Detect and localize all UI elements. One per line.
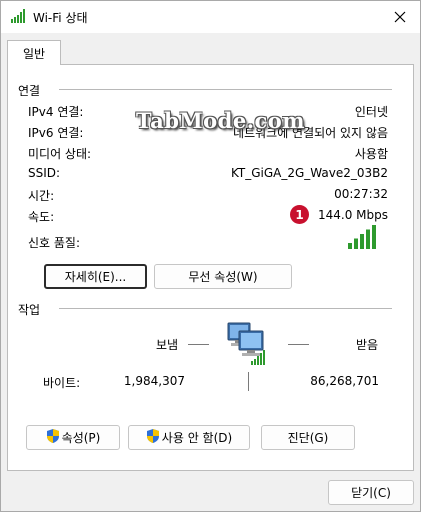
wifi-signal-icon xyxy=(11,9,27,26)
bytes-divider xyxy=(248,372,249,391)
bytes-label: 바이트: xyxy=(43,376,81,390)
network-computers-icon xyxy=(225,321,273,370)
close-button-label: 닫기(C) xyxy=(351,486,391,500)
disable-button-label: 사용 안 함(D) xyxy=(161,431,233,445)
received-label: 받음 xyxy=(356,338,379,352)
disable-button[interactable]: 사용 안 함(D) xyxy=(128,425,250,450)
close-button[interactable]: 닫기(C) xyxy=(328,480,414,505)
diagnose-button-label: 진단(G) xyxy=(287,431,329,445)
uac-shield-icon xyxy=(46,428,60,447)
signal-quality-icon xyxy=(348,225,378,252)
window-title: Wi-Fi 상태 xyxy=(33,11,88,25)
close-window-button[interactable] xyxy=(380,1,420,33)
wifi-status-window: Wi-Fi 상태 일반 연결 IPv4 연결: 인터넷 IPv6 연결: 네트워… xyxy=(0,0,421,512)
annotation-badge: 1 xyxy=(290,205,309,224)
speed-label: 속도: xyxy=(28,210,55,224)
bytes-sent-value: 1,984,307 xyxy=(123,374,185,388)
wireless-properties-button-label: 무선 속성(W) xyxy=(188,270,258,284)
details-button[interactable]: 자세히(E)... xyxy=(44,264,147,289)
activity-divider xyxy=(59,308,392,309)
signal-bar xyxy=(360,234,364,249)
watermark: TabMode.com xyxy=(136,108,306,133)
uac-shield-icon xyxy=(146,428,160,447)
activity-section-label: 작업 xyxy=(18,303,41,317)
tab-general-label: 일반 xyxy=(22,46,46,61)
details-button-label: 자세히(E)... xyxy=(64,270,127,284)
signal-quality-label: 신호 품질: xyxy=(28,236,81,250)
ssid-value: KT_GiGA_2G_Wave2_03B2 xyxy=(230,166,388,180)
ipv4-value: 인터넷 xyxy=(354,105,388,119)
diagnose-button[interactable]: 진단(G) xyxy=(261,425,355,450)
title-bar: Wi-Fi 상태 xyxy=(1,1,420,33)
duration-value: 00:27:32 xyxy=(334,187,388,201)
wireless-properties-button[interactable]: 무선 속성(W) xyxy=(154,264,292,289)
ipv6-label: IPv6 연결: xyxy=(28,126,84,140)
connection-section-label: 연결 xyxy=(18,84,41,98)
ssid-label: SSID: xyxy=(28,166,61,180)
duration-label: 시간: xyxy=(28,189,55,203)
sent-label: 보냄 xyxy=(156,338,179,352)
signal-bar xyxy=(348,243,352,249)
signal-bar xyxy=(372,225,376,249)
signal-bar xyxy=(354,238,358,249)
received-line xyxy=(288,344,309,345)
connection-divider xyxy=(59,89,392,90)
media-state-value: 사용함 xyxy=(354,147,388,161)
media-state-label: 미디어 상태: xyxy=(28,147,92,161)
properties-button[interactable]: 속성(P) xyxy=(26,425,120,450)
ipv4-label: IPv4 연결: xyxy=(28,105,84,119)
speed-value: 144.0 Mbps xyxy=(317,208,388,222)
properties-button-label: 속성(P) xyxy=(61,431,101,445)
sent-line xyxy=(188,344,209,345)
signal-bar xyxy=(366,229,370,249)
close-icon xyxy=(394,11,406,23)
tab-general[interactable]: 일반 xyxy=(7,40,61,65)
bytes-received-value: 86,268,701 xyxy=(310,374,379,388)
